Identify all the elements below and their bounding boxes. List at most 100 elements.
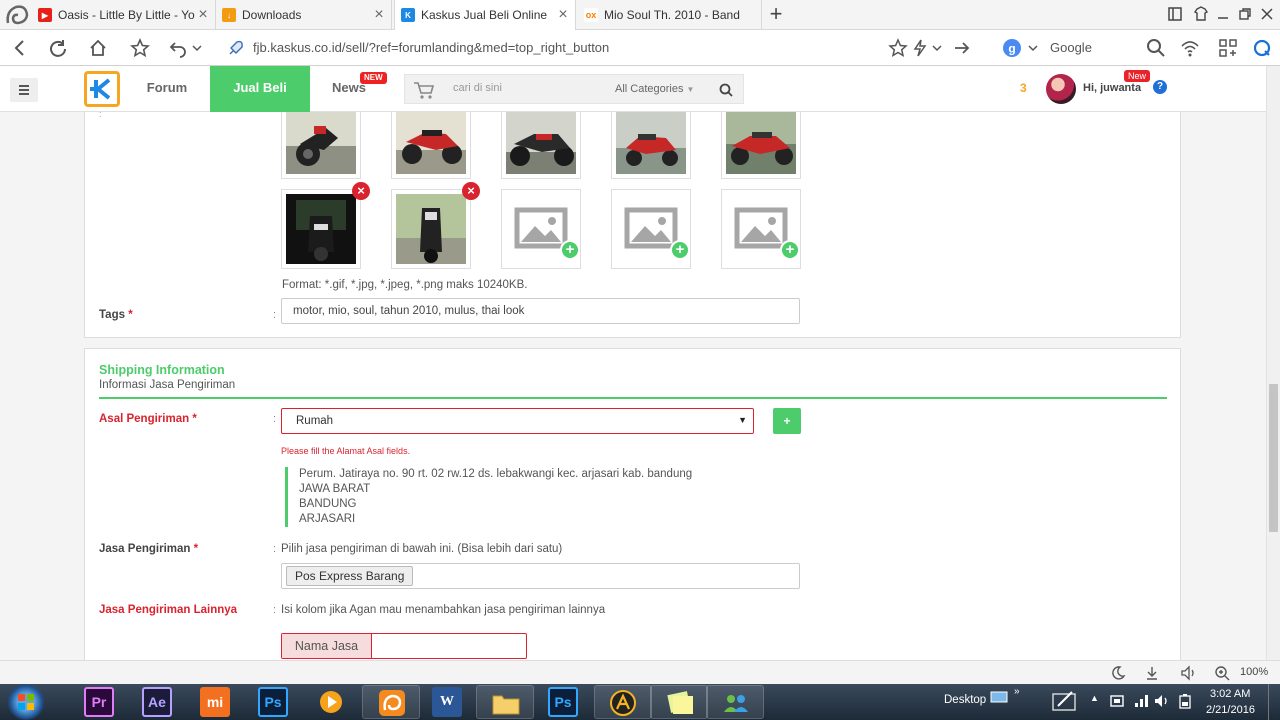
tags-input[interactable]: motor, mio, soul, tahun 2010, mulus, tha…	[281, 298, 800, 324]
wifi-icon[interactable]	[1180, 38, 1200, 58]
file-explorer-task[interactable]	[476, 685, 534, 719]
user-greeting[interactable]: Hi, juwanta	[1083, 82, 1141, 94]
nav-forum[interactable]: Forum	[130, 66, 204, 112]
asal-pengiriman-select[interactable]: Rumah ▼	[281, 408, 754, 434]
night-mode-icon[interactable]	[1110, 665, 1126, 681]
pen-tablet-icon[interactable]	[1052, 690, 1078, 712]
google-g-icon[interactable]: g	[1002, 38, 1022, 58]
nama-jasa-input[interactable]: Nama Jasa	[281, 633, 527, 659]
tab-list-icon[interactable]	[1166, 5, 1184, 23]
after-effects-app-icon[interactable]: Ae	[142, 687, 172, 717]
notification-count[interactable]: 3	[1020, 81, 1027, 95]
add-address-button[interactable]: +	[773, 408, 801, 434]
sticky-notes-task[interactable]	[650, 685, 708, 719]
zoom-level[interactable]: 100%	[1240, 666, 1268, 678]
minimize-icon[interactable]	[1214, 5, 1232, 23]
zoom-icon[interactable]	[1214, 665, 1230, 681]
photo-thumb-6[interactable]: ×	[281, 182, 370, 269]
photo-thumb-3[interactable]	[501, 112, 581, 179]
remove-photo-icon[interactable]: ×	[462, 182, 480, 200]
photo-thumb-5[interactable]	[721, 112, 801, 179]
photo-thumb-1[interactable]	[281, 112, 361, 179]
go-arrow-icon[interactable]	[952, 38, 972, 58]
restore-icon[interactable]	[1236, 5, 1254, 23]
uc-browser-task[interactable]	[362, 685, 420, 719]
search-engine-input[interactable]: Google	[1050, 40, 1092, 55]
signal-icon[interactable]	[1134, 694, 1150, 708]
chevron-right-icon[interactable]: »	[1014, 686, 1020, 697]
menu-circle-icon[interactable]	[1252, 38, 1272, 58]
download-manager-icon[interactable]	[1144, 665, 1160, 681]
search-icon[interactable]	[719, 83, 733, 97]
archicad-task[interactable]	[594, 685, 652, 719]
page-scrollbar[interactable]	[1266, 66, 1280, 660]
media-player-app-icon[interactable]	[316, 687, 346, 717]
photoshop-app-icon[interactable]: Ps	[258, 687, 288, 717]
apps-grid-icon[interactable]	[1218, 38, 1238, 58]
field-separator: :	[273, 309, 277, 321]
clock-date[interactable]: 2/21/2016	[1206, 704, 1255, 716]
tab-mio-soul[interactable]: ox Mio Soul Th. 2010 - Band	[578, 0, 762, 30]
battery-icon[interactable]	[1178, 693, 1192, 709]
tab-oasis[interactable]: ▶ Oasis - Little By Little - Yo ×	[32, 0, 216, 30]
close-window-icon[interactable]	[1258, 5, 1276, 23]
bookmark-star-icon[interactable]	[888, 38, 908, 58]
network-task[interactable]	[706, 685, 764, 719]
chevron-down-icon[interactable]	[190, 38, 204, 58]
jasa-pengiriman-input[interactable]: Pos Express Barang	[281, 563, 800, 589]
add-icon[interactable]: +	[560, 240, 580, 260]
back-icon[interactable]	[10, 38, 30, 58]
photo-thumb-4[interactable]	[611, 112, 691, 179]
photo-thumb-2[interactable]	[391, 112, 471, 179]
add-photo-slot-2[interactable]: +	[611, 189, 691, 269]
speaker-icon[interactable]	[1154, 694, 1170, 708]
tab-kaskus[interactable]: K Kaskus Jual Beli Online ×	[394, 0, 576, 30]
add-photo-slot-1[interactable]: +	[501, 189, 581, 269]
chevron-down-icon[interactable]	[930, 38, 944, 58]
site-search-input[interactable]: cari di sini	[453, 82, 502, 94]
scrollbar-thumb[interactable]	[1269, 384, 1278, 532]
reload-icon[interactable]	[48, 38, 68, 58]
remove-photo-icon[interactable]: ×	[352, 182, 370, 200]
new-tab-button[interactable]: +	[766, 3, 786, 25]
volume-icon[interactable]	[1180, 665, 1198, 681]
address-bar[interactable]: fjb.kaskus.co.id/sell/?ref=forumlanding&…	[253, 40, 609, 55]
photoshop-app-icon[interactable]: Ps	[548, 687, 578, 717]
chevron-down-icon[interactable]	[1026, 38, 1040, 58]
tab-downloads[interactable]: ↓ Downloads ×	[216, 0, 392, 30]
photo-thumb-7[interactable]: ×	[391, 182, 480, 269]
required-marker: *	[128, 309, 133, 321]
start-button[interactable]	[6, 684, 46, 720]
word-app-icon[interactable]: W	[432, 687, 462, 717]
selected-courier-tag[interactable]: Pos Express Barang	[286, 566, 414, 586]
search-icon[interactable]	[1146, 38, 1166, 58]
nav-jual-beli[interactable]: Jual Beli	[210, 66, 310, 112]
speed-mode-icon[interactable]	[910, 38, 930, 58]
show-desktop-button[interactable]	[1268, 684, 1280, 720]
undo-icon[interactable]	[168, 38, 188, 58]
kaskus-header: Forum Jual Beli News NEW cari di sini Al…	[0, 66, 1280, 112]
hamburger-menu-button[interactable]	[10, 78, 38, 102]
home-icon[interactable]	[88, 38, 108, 58]
skin-icon[interactable]	[1192, 5, 1210, 23]
close-icon[interactable]: ×	[195, 6, 211, 24]
premiere-app-icon[interactable]: Pr	[84, 687, 114, 717]
action-center-icon[interactable]	[1110, 694, 1124, 708]
clock-time[interactable]: 3:02 AM	[1210, 688, 1250, 700]
avatar[interactable]	[1046, 74, 1076, 104]
download-icon: ↓	[222, 8, 236, 22]
mi-app-icon[interactable]: mi	[200, 687, 230, 717]
tray-up-arrow-icon[interactable]: ▲	[1090, 693, 1099, 703]
user-new-badge: New	[1124, 70, 1151, 82]
uc-browser-logo-icon[interactable]	[4, 3, 30, 27]
help-icon[interactable]: ?	[1153, 80, 1167, 94]
category-dropdown[interactable]: All Categories ▼	[615, 83, 694, 95]
add-icon[interactable]: +	[670, 240, 690, 260]
kaskus-logo[interactable]	[84, 71, 120, 107]
star-icon[interactable]	[130, 38, 150, 58]
close-icon[interactable]: ×	[555, 6, 571, 24]
close-icon[interactable]: ×	[371, 6, 387, 24]
add-photo-slot-3[interactable]: +	[721, 189, 801, 269]
add-icon[interactable]: +	[780, 240, 800, 260]
desktop-toolbar-label[interactable]: Desktop	[944, 694, 986, 706]
